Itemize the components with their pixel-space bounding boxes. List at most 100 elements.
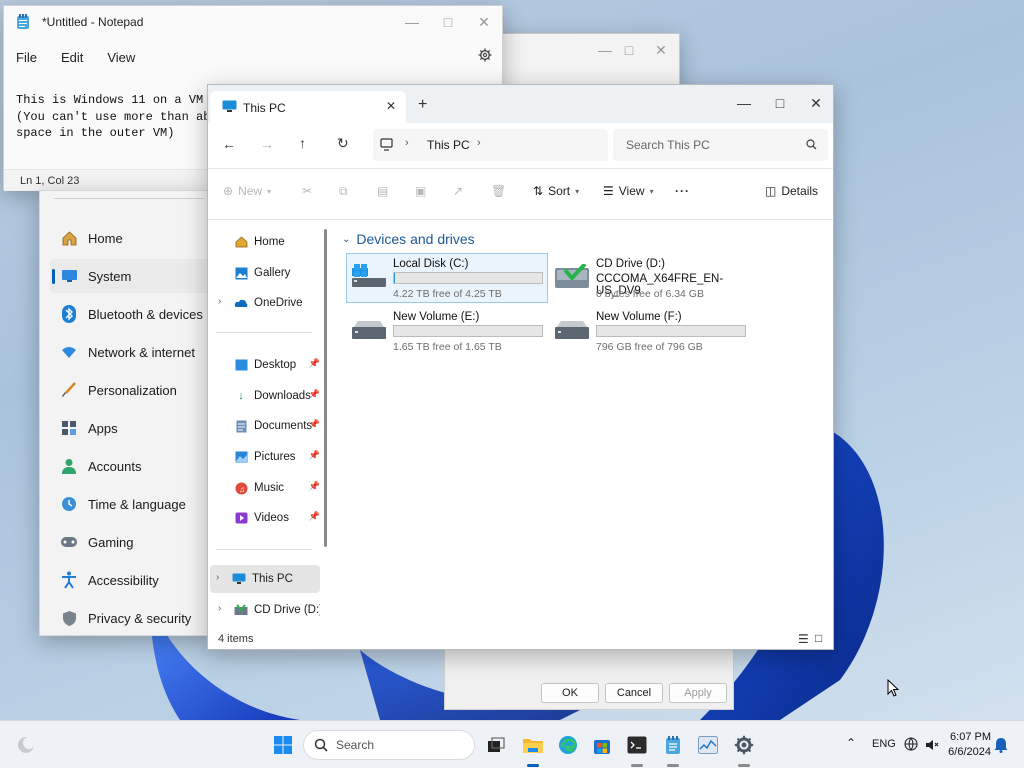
drive-c[interactable]: Local Disk (C:) 4.22 TB free of 4.25 TB bbox=[346, 253, 548, 303]
settings-gear-icon[interactable] bbox=[478, 48, 492, 62]
network-globe-icon[interactable] bbox=[904, 737, 920, 753]
nav-downloads[interactable]: ↓ Downloads 📌 bbox=[212, 382, 320, 410]
menu-view[interactable]: View bbox=[107, 50, 135, 65]
nav-home[interactable]: Home bbox=[212, 228, 320, 256]
tab-close-icon[interactable]: ✕ bbox=[386, 99, 396, 113]
notepad-icon[interactable] bbox=[661, 733, 685, 757]
start-icon[interactable] bbox=[271, 733, 295, 757]
maximize-icon[interactable]: □ bbox=[762, 87, 798, 119]
nav-label: OneDrive bbox=[254, 297, 303, 309]
paste-icon[interactable]: ▤ bbox=[377, 184, 388, 198]
tab-this-pc[interactable]: This PC ✕ bbox=[210, 91, 406, 123]
address-row: ← → ↑ ↻ › This PC › Search This PC bbox=[208, 123, 833, 167]
menu-file[interactable]: File bbox=[16, 50, 37, 65]
nav-gallery[interactable]: Gallery bbox=[212, 259, 320, 287]
store-icon[interactable] bbox=[590, 733, 614, 757]
wifi-icon bbox=[60, 343, 78, 361]
terminal-icon[interactable] bbox=[625, 733, 649, 757]
back-icon[interactable]: ← bbox=[222, 136, 236, 152]
settings-nav-personalization[interactable]: Personalization bbox=[50, 373, 210, 407]
nav-desktop[interactable]: Desktop 📌 bbox=[212, 351, 320, 379]
chevron-right-icon[interactable]: › bbox=[218, 296, 221, 307]
copy-icon[interactable]: ⧉ bbox=[339, 184, 348, 199]
input-language[interactable]: ENG bbox=[872, 738, 896, 750]
refresh-icon[interactable]: ↻ bbox=[337, 135, 349, 152]
maximize-icon[interactable]: □ bbox=[611, 34, 647, 66]
close-icon[interactable]: ✕ bbox=[798, 87, 834, 119]
settings-nav-accounts[interactable]: Accounts bbox=[50, 449, 210, 483]
settings-nav-privacy[interactable]: Privacy & security bbox=[50, 601, 210, 635]
chevron-right-icon[interactable]: › bbox=[216, 572, 219, 583]
settings-nav-network[interactable]: Network & internet bbox=[50, 335, 210, 369]
close-icon[interactable]: ✕ bbox=[466, 6, 502, 38]
chevron-right-icon[interactable]: › bbox=[218, 603, 221, 614]
nav-videos[interactable]: Videos 📌 bbox=[212, 504, 320, 532]
drive-f[interactable]: New Volume (F:) 796 GB free of 796 GB bbox=[550, 307, 750, 355]
sort-button[interactable]: ⇅ Sort ▾ bbox=[533, 184, 579, 198]
search-box[interactable]: Search This PC bbox=[613, 129, 828, 161]
task-manager-icon[interactable] bbox=[696, 733, 720, 757]
drive-name: New Volume (E:) bbox=[393, 311, 480, 323]
forward-icon[interactable]: → bbox=[260, 136, 274, 152]
up-icon[interactable]: ↑ bbox=[299, 135, 306, 151]
share-icon[interactable]: ↗ bbox=[453, 184, 463, 198]
widgets-icon[interactable] bbox=[14, 733, 38, 757]
mouse-cursor-icon bbox=[887, 679, 899, 697]
settings-nav-bluetooth[interactable]: Bluetooth & devices bbox=[50, 297, 210, 331]
tiles-view-icon[interactable]: □ bbox=[815, 631, 822, 645]
settings-nav-accessibility[interactable]: Accessibility bbox=[50, 563, 210, 597]
breadcrumb[interactable]: This PC bbox=[427, 138, 470, 152]
nav-this-pc[interactable]: › This PC bbox=[210, 565, 320, 593]
group-header[interactable]: ⌄ Devices and drives bbox=[342, 231, 475, 247]
volume-muted-icon[interactable] bbox=[925, 738, 939, 752]
settings-nav-home[interactable]: Home bbox=[50, 221, 210, 255]
settings-nav-apps[interactable]: Apps bbox=[50, 411, 210, 445]
nav-pictures[interactable]: Pictures 📌 bbox=[212, 443, 320, 471]
task-view-icon[interactable] bbox=[484, 733, 508, 757]
details-pane-button[interactable]: ◫ Details bbox=[765, 184, 818, 198]
drive-name: CD Drive (D:) bbox=[596, 258, 665, 270]
drive-d[interactable]: CD Drive (D:) CCCOMA_X64FRE_EN-US_DV9 0 … bbox=[550, 254, 750, 306]
maximize-icon[interactable]: □ bbox=[430, 6, 466, 38]
taskbar-search[interactable]: Search bbox=[303, 730, 475, 760]
minimize-icon[interactable]: — bbox=[726, 87, 762, 119]
cut-icon[interactable]: ✂ bbox=[302, 184, 312, 198]
settings-nav-time-language[interactable]: Time & language bbox=[50, 487, 210, 521]
notification-bell-icon[interactable] bbox=[994, 737, 1008, 753]
menu-edit[interactable]: Edit bbox=[61, 50, 83, 65]
new-tab-icon[interactable]: + bbox=[418, 96, 427, 114]
settings-icon[interactable] bbox=[732, 733, 756, 757]
system-clock[interactable]: 6:07 PM 6/6/2024 bbox=[943, 730, 991, 760]
view-button[interactable]: ☰ View ▾ bbox=[603, 184, 654, 198]
edge-icon[interactable] bbox=[556, 733, 580, 757]
nav-scrollbar[interactable] bbox=[324, 229, 327, 547]
drive-e[interactable]: New Volume (E:) 1.65 TB free of 1.65 TB bbox=[347, 307, 547, 355]
settings-nav-system[interactable]: System bbox=[50, 259, 210, 293]
nav-music[interactable]: ♫ Music 📌 bbox=[212, 474, 320, 502]
file-explorer-icon[interactable] bbox=[521, 733, 545, 757]
minimize-icon[interactable]: — bbox=[394, 6, 430, 38]
delete-icon[interactable]: 🗑 bbox=[491, 184, 506, 198]
settings-nav-label: Accessibility bbox=[88, 572, 159, 588]
address-bar[interactable]: › This PC › bbox=[373, 129, 608, 161]
cancel-button[interactable]: Cancel bbox=[605, 683, 663, 703]
nav-cd-drive[interactable]: › CD Drive (D:) CC bbox=[212, 596, 320, 624]
nav-onedrive[interactable]: › OneDrive bbox=[212, 289, 320, 317]
search-input[interactable]: Search This PC bbox=[626, 138, 710, 152]
nav-label: Desktop bbox=[254, 359, 297, 371]
new-button[interactable]: ⊕ New ▾ bbox=[223, 184, 271, 198]
chevron-up-icon[interactable]: ⌃ bbox=[846, 736, 856, 750]
settings-nav-gaming[interactable]: Gaming bbox=[50, 525, 210, 559]
apply-button[interactable]: Apply bbox=[669, 683, 727, 703]
chevron-right-icon[interactable]: › bbox=[477, 137, 481, 149]
ok-button[interactable]: OK bbox=[541, 683, 599, 703]
close-icon[interactable]: ✕ bbox=[643, 34, 679, 66]
hdd-icon bbox=[352, 321, 386, 339]
more-options-icon[interactable]: ··· bbox=[675, 184, 690, 198]
nav-documents[interactable]: Documents 📌 bbox=[212, 412, 320, 440]
text-editor[interactable]: This is Windows 11 on a VM wit (You can'… bbox=[16, 92, 232, 142]
drive-usage-bar bbox=[393, 325, 543, 337]
nav-label: Documents bbox=[254, 420, 313, 432]
rename-icon[interactable]: ▣ bbox=[415, 184, 426, 198]
details-view-icon[interactable]: ☰ bbox=[798, 632, 809, 646]
